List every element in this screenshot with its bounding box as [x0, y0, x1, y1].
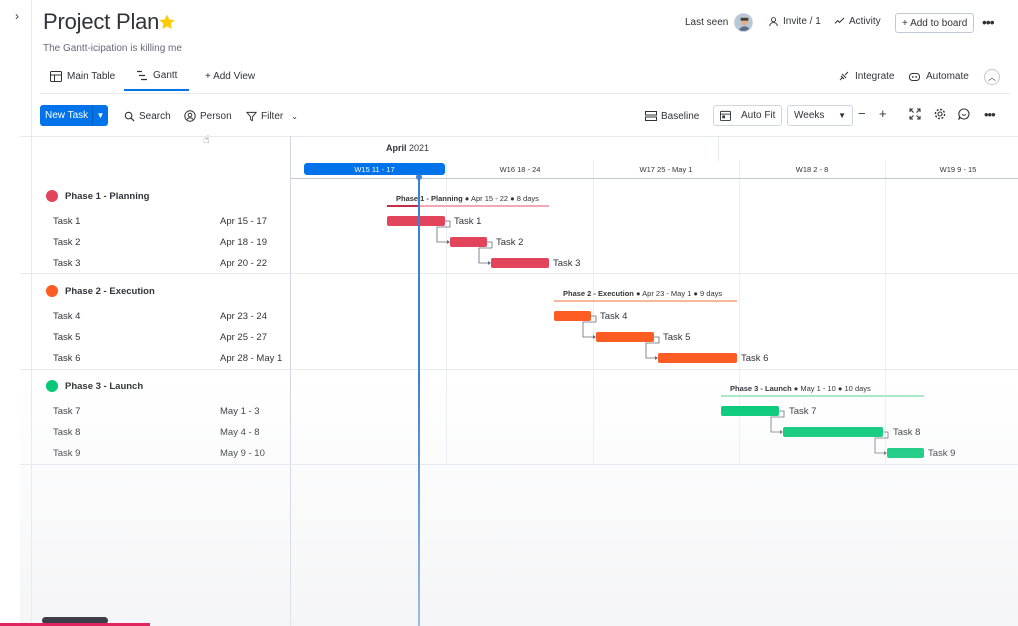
today-marker-line	[418, 175, 420, 626]
today-marker-dot	[416, 174, 422, 180]
dependency-arrows	[436, 220, 889, 455]
